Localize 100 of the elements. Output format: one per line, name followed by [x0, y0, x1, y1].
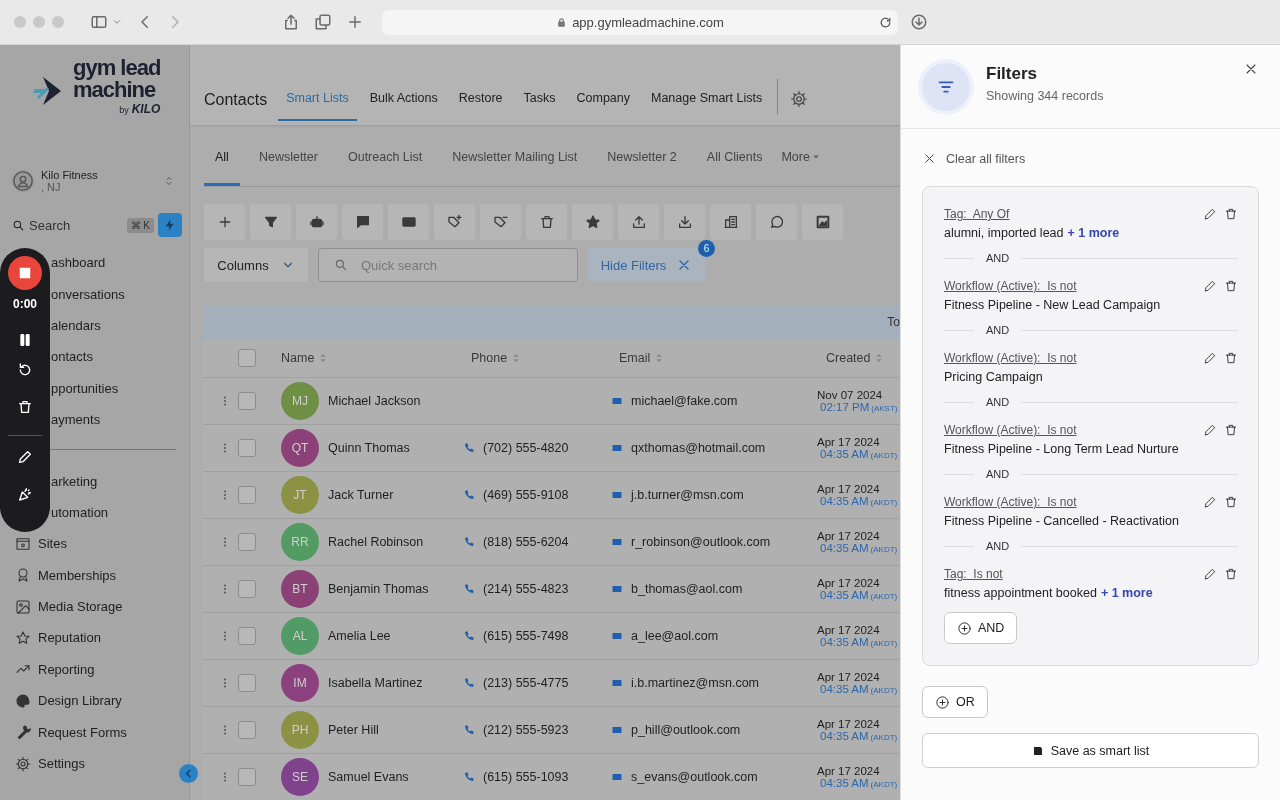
stop-button[interactable]	[8, 256, 42, 290]
contact-name[interactable]: Benjamin Thomas	[328, 582, 429, 596]
tab[interactable]: Tasks	[515, 91, 564, 121]
delete-icon[interactable]	[1224, 423, 1238, 437]
nav-item[interactable]: Sites	[0, 528, 67, 560]
contact-name[interactable]: Peter Hill	[328, 723, 379, 737]
delete-icon[interactable]	[1224, 351, 1238, 365]
add-or-button[interactable]: OR	[922, 686, 988, 718]
nav-item[interactable]: Reporting	[0, 653, 95, 686]
delete-icon[interactable]	[1224, 495, 1238, 509]
new-tab-icon[interactable]	[346, 13, 364, 31]
filter-field-link[interactable]: Workflow (Active): Is not	[944, 279, 1077, 293]
column-header[interactable]: Name	[265, 351, 455, 365]
filter-field-link[interactable]: Workflow (Active): Is not	[944, 423, 1077, 437]
contact-name[interactable]: Quinn Thomas	[328, 441, 410, 455]
nav-item[interactable]: Design Library	[0, 685, 122, 717]
toolbar-button[interactable]	[296, 204, 337, 240]
toolbar-button[interactable]	[526, 204, 567, 240]
row-checkbox[interactable]	[238, 721, 256, 739]
restart-icon[interactable]	[17, 362, 33, 378]
toolbar-button[interactable]	[480, 204, 521, 240]
add-and-button[interactable]: AND	[944, 612, 1018, 644]
row-checkbox[interactable]	[238, 768, 256, 786]
list-tab[interactable]: All Clients	[695, 150, 774, 186]
row-checkbox[interactable]	[238, 392, 256, 410]
save-smart-list-button[interactable]: Save as smart list	[922, 733, 1259, 768]
download-icon[interactable]	[910, 13, 928, 31]
row-checkbox[interactable]	[238, 580, 256, 598]
row-checkbox[interactable]	[238, 627, 256, 645]
delete-icon[interactable]	[1224, 567, 1238, 581]
nav-item[interactable]: ashboard	[51, 247, 106, 279]
reload-icon[interactable]	[879, 15, 892, 29]
filter-field-link[interactable]: Tag: Is not	[944, 567, 1003, 581]
row-checkbox[interactable]	[238, 486, 256, 504]
edit-icon[interactable]	[1203, 495, 1217, 509]
column-header[interactable]: Email	[603, 351, 810, 365]
nav-item[interactable]: ontacts	[51, 341, 93, 373]
list-tab[interactable]: Newsletter Mailing List	[441, 150, 589, 186]
quick-action-button[interactable]	[158, 213, 182, 237]
chevron-down-icon[interactable]	[112, 17, 122, 27]
edit-icon[interactable]	[1203, 279, 1217, 293]
nav-item[interactable]: Request Forms	[0, 716, 127, 748]
nav-item[interactable]: onversations	[51, 278, 125, 310]
edit-icon[interactable]	[1203, 207, 1217, 221]
column-header[interactable]: Created	[810, 351, 900, 365]
pause-icon[interactable]	[17, 332, 33, 348]
list-tab[interactable]: All	[204, 150, 240, 186]
contact-name[interactable]: Rachel Robinson	[328, 535, 424, 549]
tab[interactable]: Company	[568, 91, 638, 121]
contact-name[interactable]: Samuel Evans	[328, 770, 409, 784]
filter-field-link[interactable]: Workflow (Active): Is not	[944, 351, 1077, 365]
delete-icon[interactable]	[1224, 279, 1238, 293]
delete-icon[interactable]	[1224, 207, 1238, 221]
tab[interactable]: Manage Smart Lists	[643, 91, 771, 121]
trash-icon[interactable]	[17, 399, 33, 415]
party-popper-icon[interactable]	[17, 486, 33, 502]
toolbar-button[interactable]	[618, 204, 659, 240]
search-icon[interactable]	[12, 218, 25, 232]
column-header[interactable]: Phone	[455, 351, 603, 365]
account-switcher[interactable]: Kilo Fitness , NJ	[12, 161, 179, 201]
settings-icon[interactable]	[790, 90, 809, 108]
nav-item[interactable]: Settings	[0, 747, 85, 780]
tab[interactable]: Bulk Actions	[361, 91, 446, 121]
nav-item[interactable]: utomation	[51, 496, 109, 529]
select-all-checkbox[interactable]	[238, 349, 256, 367]
contact-name[interactable]: Isabella Martinez	[328, 676, 423, 690]
row-checkbox[interactable]	[238, 674, 256, 692]
search-field[interactable]: Quick search	[318, 248, 578, 282]
edit-icon[interactable]	[1203, 423, 1217, 437]
search-link[interactable]: Search	[29, 217, 127, 233]
filter-field-link[interactable]: Workflow (Active): Is not	[944, 495, 1077, 509]
contact-name[interactable]: Michael Jackson	[328, 394, 421, 408]
list-tab[interactable]: Newsletter	[247, 150, 329, 186]
edit-icon[interactable]	[1203, 351, 1217, 365]
tabs-icon[interactable]	[314, 13, 332, 31]
list-tab[interactable]: Outreach List	[336, 150, 434, 186]
toolbar-button[interactable]	[204, 204, 245, 240]
toolbar-button[interactable]	[756, 204, 797, 240]
row-checkbox[interactable]	[238, 533, 256, 551]
tab[interactable]: Restore	[450, 91, 511, 121]
toolbar-button[interactable]	[342, 204, 383, 240]
nav-item[interactable]: Reputation	[0, 622, 101, 654]
nav-item[interactable]: pportunities	[51, 372, 119, 404]
more-tab[interactable]: More	[781, 150, 833, 186]
pencil-icon[interactable]	[17, 449, 33, 465]
toolbar-button[interactable]	[710, 204, 751, 240]
toolbar-button[interactable]	[664, 204, 705, 240]
nav-item[interactable]: arketing	[51, 465, 98, 497]
contact-name[interactable]: Amelia Lee	[328, 629, 391, 643]
nav-item[interactable]: Media Storage	[0, 590, 123, 623]
nav-item[interactable]: alendars	[51, 309, 101, 342]
contact-name[interactable]: Jack Turner	[328, 488, 394, 502]
nav-item[interactable]: Memberships	[0, 559, 117, 591]
toolbar-button[interactable]	[250, 204, 291, 240]
row-checkbox[interactable]	[238, 439, 256, 457]
list-tab[interactable]: Newsletter 2	[596, 150, 688, 186]
address-bar[interactable]: app.gymleadmachine.com	[382, 9, 898, 35]
columns-dropdown[interactable]: Columns	[204, 248, 308, 282]
toolbar-button[interactable]	[802, 204, 843, 240]
toolbar-button[interactable]	[388, 204, 429, 240]
